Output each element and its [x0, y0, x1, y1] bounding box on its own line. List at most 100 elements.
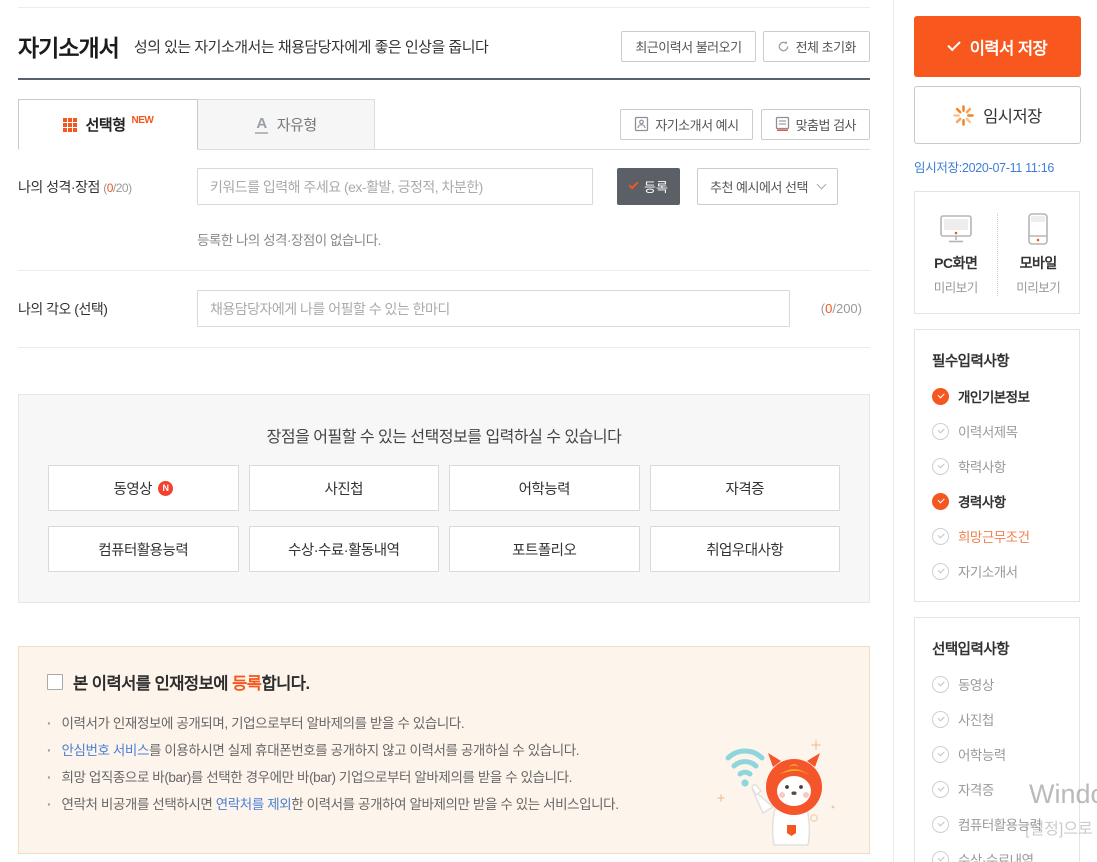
sidebar-item-photos[interactable]: 사진첩	[932, 709, 1079, 729]
talent-register-checkbox[interactable]	[47, 674, 63, 690]
refresh-icon	[777, 40, 790, 53]
option-button-employment-preference[interactable]: 취업우대사항	[650, 526, 841, 572]
option-button-awards[interactable]: 수상·수료·활동내역	[249, 526, 440, 572]
intro-type-tabbar: 선택형 NEW A 자유형 자기소개서 예시	[18, 99, 870, 150]
register-label: 등록	[644, 177, 668, 196]
temp-save-label: 임시저장	[983, 103, 1042, 127]
n-badge-icon: N	[158, 481, 173, 496]
spellcheck-icon	[775, 116, 790, 132]
preview-panel: PC화면 미리보기 모바일 미리보기	[914, 191, 1080, 314]
main-content: 자기소개서 성의 있는 자기소개서는 채용담당자에게 좋은 인상을 줍니다 최근…	[18, 0, 870, 854]
temp-save-button[interactable]: 임시저장	[914, 86, 1081, 144]
check-circle-icon	[932, 423, 949, 440]
save-sidebar: 이력서 저장 임시저장 임시저장:2020-07-11 11:16	[893, 0, 1097, 862]
save-resume-label: 이력서 저장	[970, 35, 1047, 59]
mascot-image	[715, 729, 843, 851]
sidebar-item-language[interactable]: 어학능력	[932, 744, 1079, 764]
option-button-language[interactable]: 어학능력	[449, 465, 640, 511]
tab-free-type[interactable]: A 자유형	[198, 99, 375, 150]
reset-all-label: 전체 초기화	[796, 37, 856, 56]
check-circle-icon	[932, 528, 949, 545]
talent-register-title-row: 본 이력서를 인재정보에 등록합니다.	[47, 670, 841, 694]
sidebar-item-work-conditions[interactable]: 희망근무조건	[932, 526, 1079, 546]
check-icon	[947, 38, 960, 51]
intro-example-button[interactable]: 자기소개서 예시	[620, 109, 752, 140]
personality-empty-wrap: 등록한 나의 성격·장점이 없습니다.	[18, 205, 870, 271]
mobile-preview-button[interactable]: 모바일 미리보기	[997, 213, 1080, 296]
chevron-down-icon	[817, 180, 827, 190]
personality-count: (0/20)	[103, 181, 131, 195]
spellcheck-button[interactable]: 맞춤법 검사	[761, 109, 870, 140]
sidebar-item-career[interactable]: 경력사항	[932, 491, 1079, 511]
resolution-label: 나의 각오 (선택)	[18, 299, 197, 319]
check-circle-icon	[932, 746, 949, 763]
personality-row: 나의 성격·장점 (0/20) 등록 추천 예시에서 선택	[18, 150, 870, 205]
check-icon	[629, 180, 639, 190]
intro-example-label: 자기소개서 예시	[655, 115, 738, 134]
contact-exclude-link[interactable]: 연락처를 제외	[216, 797, 291, 812]
optional-info-title: 장점을 어필할 수 있는 선택정보를 입력하실 수 있습니다	[48, 423, 840, 447]
option-button-video[interactable]: 동영상 N	[48, 465, 239, 511]
option-button-computer-skills[interactable]: 컴퓨터활용능력	[48, 526, 239, 572]
sparkle-icon	[812, 741, 820, 749]
personality-label-text: 나의 성격·장점	[18, 179, 100, 195]
option-button-certificate[interactable]: 자격증	[650, 465, 841, 511]
tab-select-type[interactable]: 선택형 NEW	[18, 99, 198, 150]
register-button[interactable]: 등록	[617, 168, 680, 205]
suggest-label: 추천 예시에서 선택	[710, 177, 808, 196]
personality-label: 나의 성격·장점 (0/20)	[18, 177, 197, 197]
check-circle-icon	[932, 563, 949, 580]
suggest-examples-dropdown[interactable]: 추천 예시에서 선택	[697, 168, 838, 205]
check-circle-icon	[932, 851, 949, 862]
page-title: 자기소개서	[18, 29, 119, 63]
section-header: 자기소개서 성의 있는 자기소개서는 채용담당자에게 좋은 인상을 줍니다 최근…	[18, 8, 870, 80]
sidebar-item-self-introduction[interactable]: 자기소개서	[932, 561, 1079, 581]
sidebar-item-awards[interactable]: 수상·수료내역	[932, 849, 1079, 862]
check-circle-icon	[932, 816, 949, 833]
tab-select-type-label: 선택형	[86, 114, 126, 135]
top-divider	[18, 0, 870, 8]
wifi-icon	[728, 751, 762, 774]
optional-info-box: 장점을 어필할 수 있는 선택정보를 입력하실 수 있습니다 동영상 N 사진첩…	[18, 394, 870, 603]
resolution-input[interactable]	[197, 290, 790, 327]
required-fields-title: 필수입력사항	[932, 350, 1079, 371]
spinner-icon	[953, 105, 974, 126]
optional-info-grid: 동영상 N 사진첩 어학능력 자격증 컴퓨터활용능력 수상·수료·활동내역	[48, 465, 840, 572]
check-circle-icon	[932, 388, 949, 405]
temp-save-timestamp: 임시저장:2020-07-11 11:16	[914, 157, 1080, 176]
windows-watermark: Windo	[1029, 779, 1097, 810]
option-button-photos[interactable]: 사진첩	[249, 465, 440, 511]
monitor-icon	[937, 213, 975, 245]
keyword-input[interactable]	[197, 168, 593, 205]
save-resume-button[interactable]: 이력서 저장	[914, 16, 1081, 77]
safe-number-link[interactable]: 안심번호 서비스	[61, 743, 149, 758]
sidebar-item-education[interactable]: 학력사항	[932, 456, 1079, 476]
page-subtitle: 성의 있는 자기소개서는 채용담당자에게 좋은 인상을 줍니다	[134, 36, 489, 57]
mobile-preview-label: 모바일	[998, 253, 1080, 273]
windows-watermark-line2: [설정]으로	[1025, 815, 1093, 839]
grid-icon	[63, 118, 77, 132]
phone-icon	[1026, 212, 1050, 246]
check-circle-icon	[932, 458, 949, 475]
reset-all-button[interactable]: 전체 초기화	[763, 31, 870, 62]
talent-register-title: 본 이력서를 인재정보에 등록합니다.	[73, 670, 310, 694]
sidebar-item-resume-title[interactable]: 이력서제목	[932, 421, 1079, 441]
load-recent-label: 최근이력서 불러오기	[635, 37, 741, 56]
resolution-row: 나의 각오 (선택) (0/200)	[18, 271, 870, 348]
sidebar-item-video[interactable]: 동영상	[932, 674, 1079, 694]
personality-empty-text: 등록한 나의 성격·장점이 없습니다.	[197, 229, 870, 249]
talent-register-notice: 본 이력서를 인재정보에 등록합니다. 이력서가 인재정보에 공개되며, 기업으…	[18, 646, 870, 854]
optional-fields-title: 선택입력사항	[932, 638, 1079, 659]
spellcheck-label: 맞춤법 검사	[796, 115, 856, 134]
sidebar-item-basic-info[interactable]: 개인기본정보	[932, 386, 1079, 406]
document-person-icon	[634, 116, 649, 132]
pc-preview-button[interactable]: PC화면 미리보기	[915, 213, 997, 296]
check-circle-icon	[932, 676, 949, 693]
load-recent-resume-button[interactable]: 최근이력서 불러오기	[621, 31, 755, 62]
new-badge: NEW	[132, 115, 154, 126]
option-button-portfolio[interactable]: 포트폴리오	[449, 526, 640, 572]
resume-editor-page: 자기소개서 성의 있는 자기소개서는 채용담당자에게 좋은 인상을 줍니다 최근…	[0, 0, 1097, 862]
check-circle-icon	[932, 781, 949, 798]
pc-preview-label: PC화면	[915, 253, 997, 273]
check-circle-icon	[932, 493, 949, 510]
